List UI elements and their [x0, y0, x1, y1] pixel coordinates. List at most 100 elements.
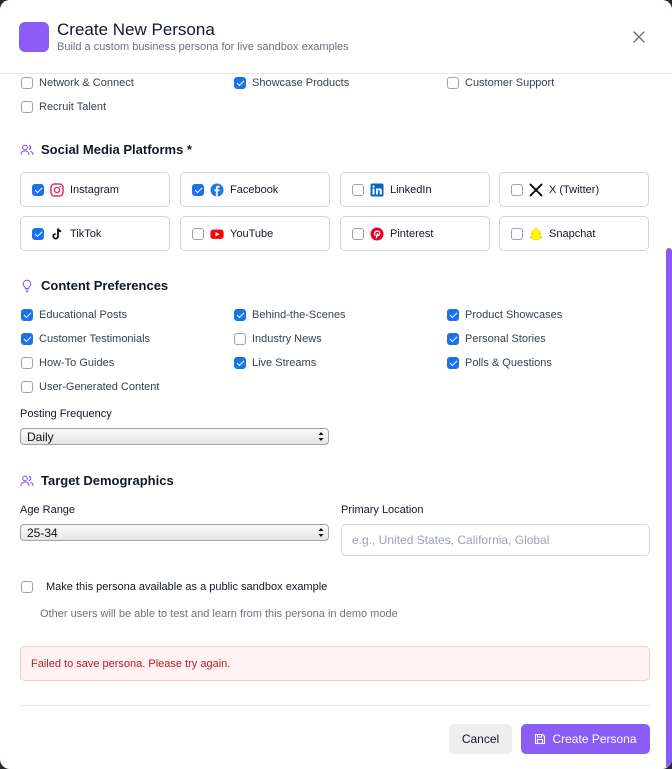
x-icon [529, 183, 543, 197]
platform-label: Snapchat [549, 227, 596, 240]
checkbox[interactable] [234, 333, 246, 345]
checkbox[interactable] [447, 333, 459, 345]
checkbox[interactable] [21, 101, 33, 113]
content-label: Personal Stories [465, 333, 546, 345]
social-section-title: Social Media Platforms * [20, 142, 192, 157]
pinterest-icon [370, 227, 384, 241]
lightbulb-icon [20, 279, 34, 293]
checkbox[interactable] [32, 227, 44, 240]
checkbox[interactable] [21, 581, 33, 593]
checkbox[interactable] [511, 227, 523, 240]
checkbox[interactable] [447, 309, 459, 321]
platform-youtube[interactable]: YouTube [180, 216, 330, 251]
modal-title: Create New Persona [57, 20, 215, 39]
age-range-value: 25-34 [27, 525, 58, 540]
checkbox[interactable] [234, 77, 246, 89]
content-polls-questions[interactable]: Polls & Questions [447, 357, 552, 369]
platform-label: Instagram [70, 183, 119, 196]
checkbox[interactable] [234, 357, 246, 369]
select-arrows-icon [318, 431, 324, 442]
checkbox[interactable] [21, 381, 33, 393]
goal-network-connect[interactable]: Network & Connect [21, 77, 134, 89]
content-label: How-To Guides [39, 357, 115, 369]
content-label: Polls & Questions [465, 357, 552, 369]
users-icon [20, 474, 34, 488]
checkbox[interactable] [352, 227, 364, 240]
tiktok-icon [50, 227, 64, 241]
checkbox[interactable] [447, 357, 459, 369]
platform-snapchat[interactable]: Snapchat [499, 216, 649, 251]
content-personal-stories[interactable]: Personal Stories [447, 333, 546, 345]
age-range-label: Age Range [20, 504, 76, 516]
goal-label: Customer Support [465, 77, 555, 89]
checkbox[interactable] [21, 357, 33, 369]
platform-pinterest[interactable]: Pinterest [340, 216, 490, 251]
create-persona-button[interactable]: Create Persona [521, 724, 650, 754]
platform-x-twitter[interactable]: X (Twitter) [499, 172, 649, 207]
platform-label: LinkedIn [390, 183, 432, 196]
platform-instagram[interactable]: Instagram [20, 172, 170, 207]
platform-label: Pinterest [390, 227, 434, 240]
select-arrows-icon [318, 527, 324, 538]
content-label: Educational Posts [39, 309, 128, 321]
checkbox[interactable] [21, 333, 33, 345]
checkbox[interactable] [447, 77, 459, 89]
checkbox[interactable] [21, 77, 33, 89]
checkbox[interactable] [511, 183, 523, 196]
platform-label: X (Twitter) [549, 183, 600, 196]
create-persona-modal: Create New Persona Build a custom busine… [0, 0, 672, 769]
platform-facebook[interactable]: Facebook [180, 172, 330, 207]
error-message: Failed to save persona. Please try again… [20, 646, 650, 681]
content-label: Product Showcases [465, 309, 563, 321]
cancel-button[interactable]: Cancel [449, 724, 512, 754]
persona-logo [19, 22, 49, 52]
public-sandbox-hint: Other users will be able to test and lea… [40, 608, 398, 620]
snapchat-icon [529, 227, 543, 241]
content-live-streams[interactable]: Live Streams [234, 357, 316, 369]
content-section-title: Content Preferences [20, 278, 168, 293]
primary-location-input[interactable]: e.g., United States, California, Global [341, 524, 650, 556]
platform-linkedin[interactable]: LinkedIn [340, 172, 490, 207]
scrollbar[interactable] [666, 248, 672, 769]
posting-frequency-label: Posting Frequency [20, 408, 112, 420]
goal-label: Recruit Talent [39, 101, 107, 113]
close-icon[interactable] [630, 28, 648, 46]
checkbox[interactable] [32, 183, 44, 196]
facebook-icon [210, 183, 224, 197]
checkbox[interactable] [234, 309, 246, 321]
youtube-icon [210, 227, 224, 241]
checkbox[interactable] [352, 183, 364, 196]
goal-recruit-talent[interactable]: Recruit Talent [21, 101, 106, 113]
content-behind-the-scenes[interactable]: Behind-the-Scenes [234, 309, 346, 321]
goal-showcase-products[interactable]: Showcase Products [234, 77, 349, 89]
linkedin-icon [370, 183, 384, 197]
checkbox[interactable] [192, 183, 204, 196]
content-industry-news[interactable]: Industry News [234, 333, 322, 345]
modal-subtitle: Build a custom business persona for live… [57, 41, 349, 53]
users-icon [20, 143, 34, 157]
platform-label: YouTube [230, 227, 274, 240]
content-label: Live Streams [252, 357, 317, 369]
posting-frequency-value: Daily [27, 429, 54, 444]
platform-label: TikTok [70, 227, 102, 240]
public-sandbox-option[interactable]: Make this persona available as a public … [21, 581, 327, 593]
checkbox[interactable] [192, 227, 204, 240]
checkbox[interactable] [21, 309, 33, 321]
modal-header: Create New Persona Build a custom busine… [0, 0, 672, 74]
content-educational-posts[interactable]: Educational Posts [21, 309, 127, 321]
demographics-title-text: Target Demographics [41, 473, 174, 488]
content-customer-testimonials[interactable]: Customer Testimonials [21, 333, 150, 345]
content-product-showcases[interactable]: Product Showcases [447, 309, 562, 321]
content-how-to-guides[interactable]: How-To Guides [21, 357, 114, 369]
posting-frequency-select[interactable]: Daily [20, 428, 329, 445]
public-sandbox-label: Make this persona available as a public … [46, 581, 328, 593]
goal-label: Network & Connect [39, 77, 134, 89]
location-placeholder: e.g., United States, California, Global [352, 533, 550, 547]
content-user-generated[interactable]: User-Generated Content [21, 381, 159, 393]
goal-customer-support[interactable]: Customer Support [447, 77, 554, 89]
primary-location-label: Primary Location [341, 504, 424, 516]
age-range-select[interactable]: 25-34 [20, 524, 329, 541]
content-title-text: Content Preferences [41, 278, 169, 293]
platform-tiktok[interactable]: TikTok [20, 216, 170, 251]
content-label: Customer Testimonials [39, 333, 151, 345]
